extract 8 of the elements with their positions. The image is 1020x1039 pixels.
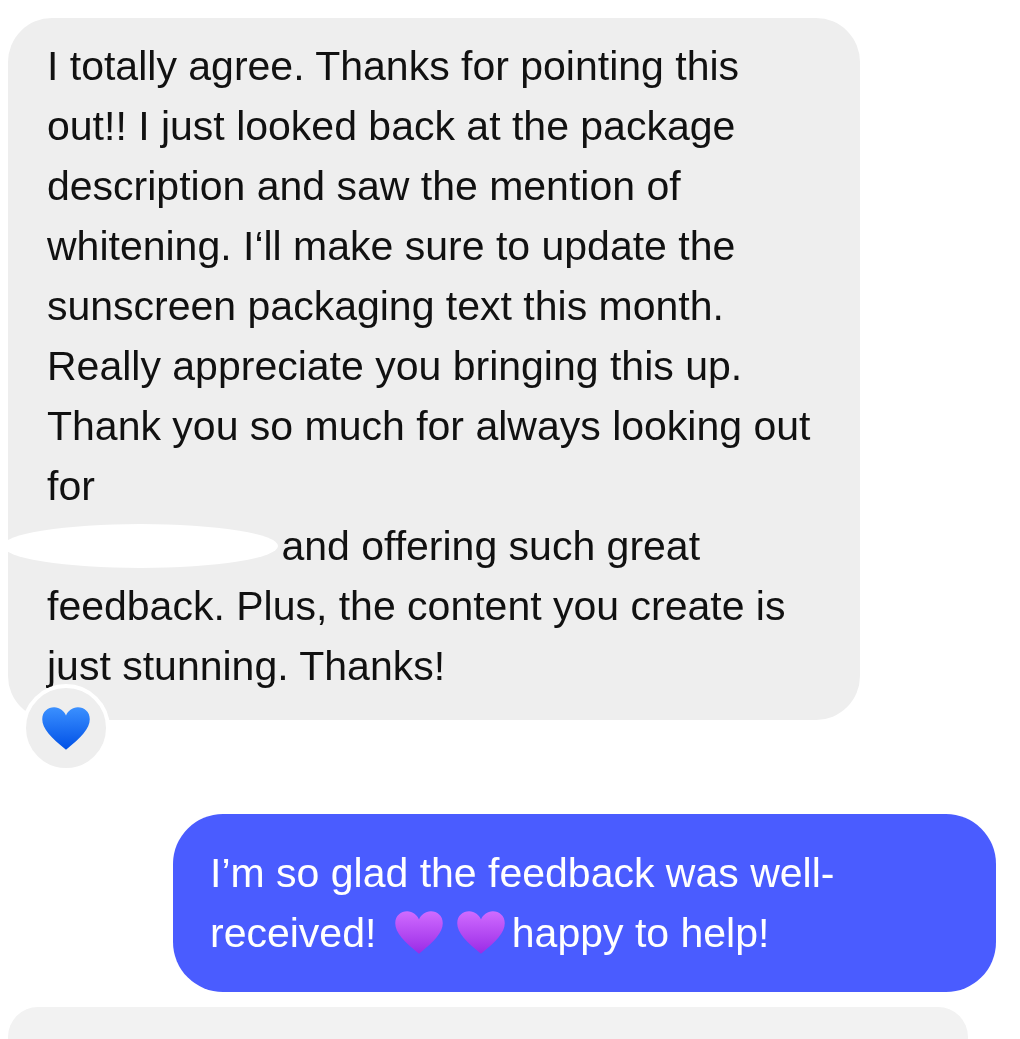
message-text: and offering such great <box>281 523 701 569</box>
message-text: feedback. Plus, the content you create is just stunning. Thanks! <box>47 583 786 689</box>
heart-icon <box>393 910 444 955</box>
heart-icon <box>455 910 506 955</box>
heart-icon <box>41 705 91 751</box>
message-text: received! <box>210 910 377 956</box>
message-text: happy to help! <box>511 910 770 956</box>
message-text: I’m so glad the feedback was well- <box>210 850 835 896</box>
